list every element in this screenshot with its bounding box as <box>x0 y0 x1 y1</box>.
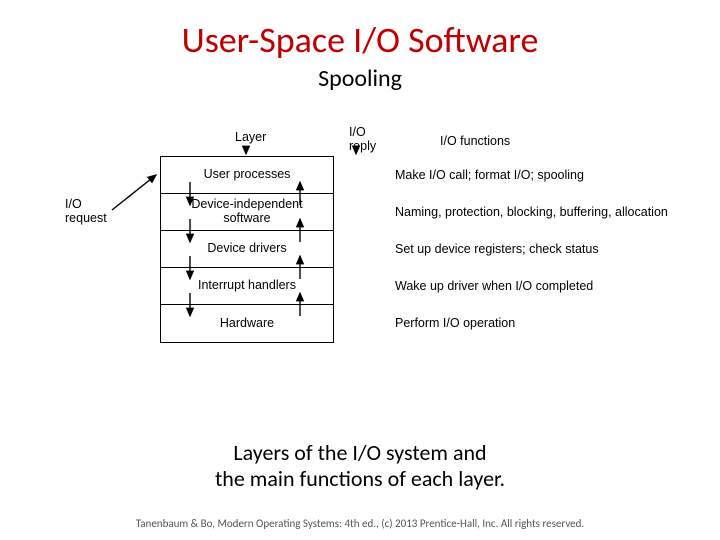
slide: User-Space I/O Software Spooling Layer I… <box>0 0 720 540</box>
arrows <box>60 130 660 390</box>
figure-caption: Layers of the I/O system and the main fu… <box>0 440 720 493</box>
copyright-footer: Tanenbaum & Bo, Modern Operating Systems… <box>0 517 720 530</box>
slide-title: User-Space I/O Software <box>0 18 720 62</box>
caption-line-1: Layers of the I/O system and <box>233 439 486 466</box>
caption-line-2: the main functions of each layer. <box>215 465 505 492</box>
slide-subtitle: Spooling <box>0 64 720 93</box>
io-layers-diagram: Layer I/Oreply I/O functions I/Orequest … <box>60 130 660 380</box>
